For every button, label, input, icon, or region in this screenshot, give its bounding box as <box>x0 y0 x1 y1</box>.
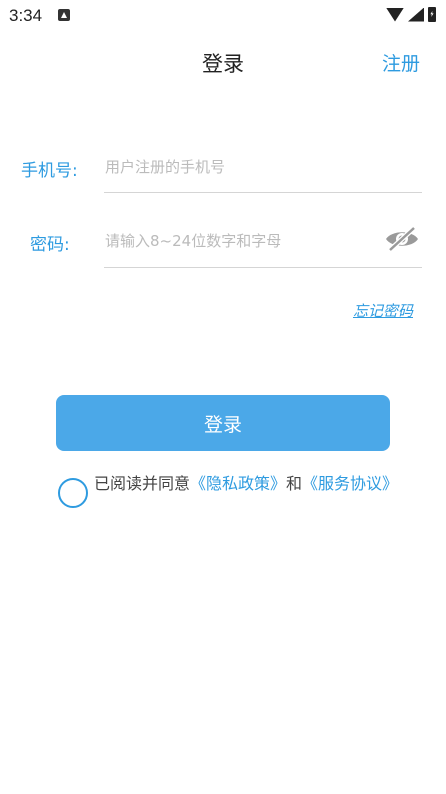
service-agreement-link[interactable]: 《服务协议》 <box>302 474 398 493</box>
status-time: 3:34 <box>9 6 43 25</box>
status-bar: 3:34 <box>0 0 446 32</box>
password-label: 密码: <box>30 235 70 255</box>
agreement-radio[interactable] <box>58 478 88 508</box>
phone-underline <box>104 192 422 193</box>
password-underline <box>104 267 422 268</box>
register-button[interactable]: 注册 <box>382 49 420 76</box>
login-button[interactable]: 登录 <box>56 395 390 451</box>
phone-input[interactable] <box>105 154 420 180</box>
agreement-text: 已阅读并同意《隐私政策》和《服务协议》 <box>94 471 399 496</box>
eye-off-icon[interactable] <box>384 226 420 252</box>
forgot-password-link[interactable]: 忘记密码 <box>353 300 413 321</box>
page-title: 登录 <box>202 52 244 76</box>
wifi-icon <box>386 7 404 22</box>
battery-charging-icon <box>428 7 436 22</box>
password-input[interactable] <box>105 228 375 254</box>
signal-icon <box>408 7 424 22</box>
privacy-policy-link[interactable]: 《隐私政策》 <box>190 474 286 493</box>
header: 登录 注册 <box>0 36 446 86</box>
agreement-and: 和 <box>286 474 303 493</box>
agreement-prefix: 已阅读并同意 <box>94 474 191 493</box>
status-icons <box>386 7 436 22</box>
phone-label: 手机号: <box>21 161 78 181</box>
a-icon <box>58 9 70 21</box>
